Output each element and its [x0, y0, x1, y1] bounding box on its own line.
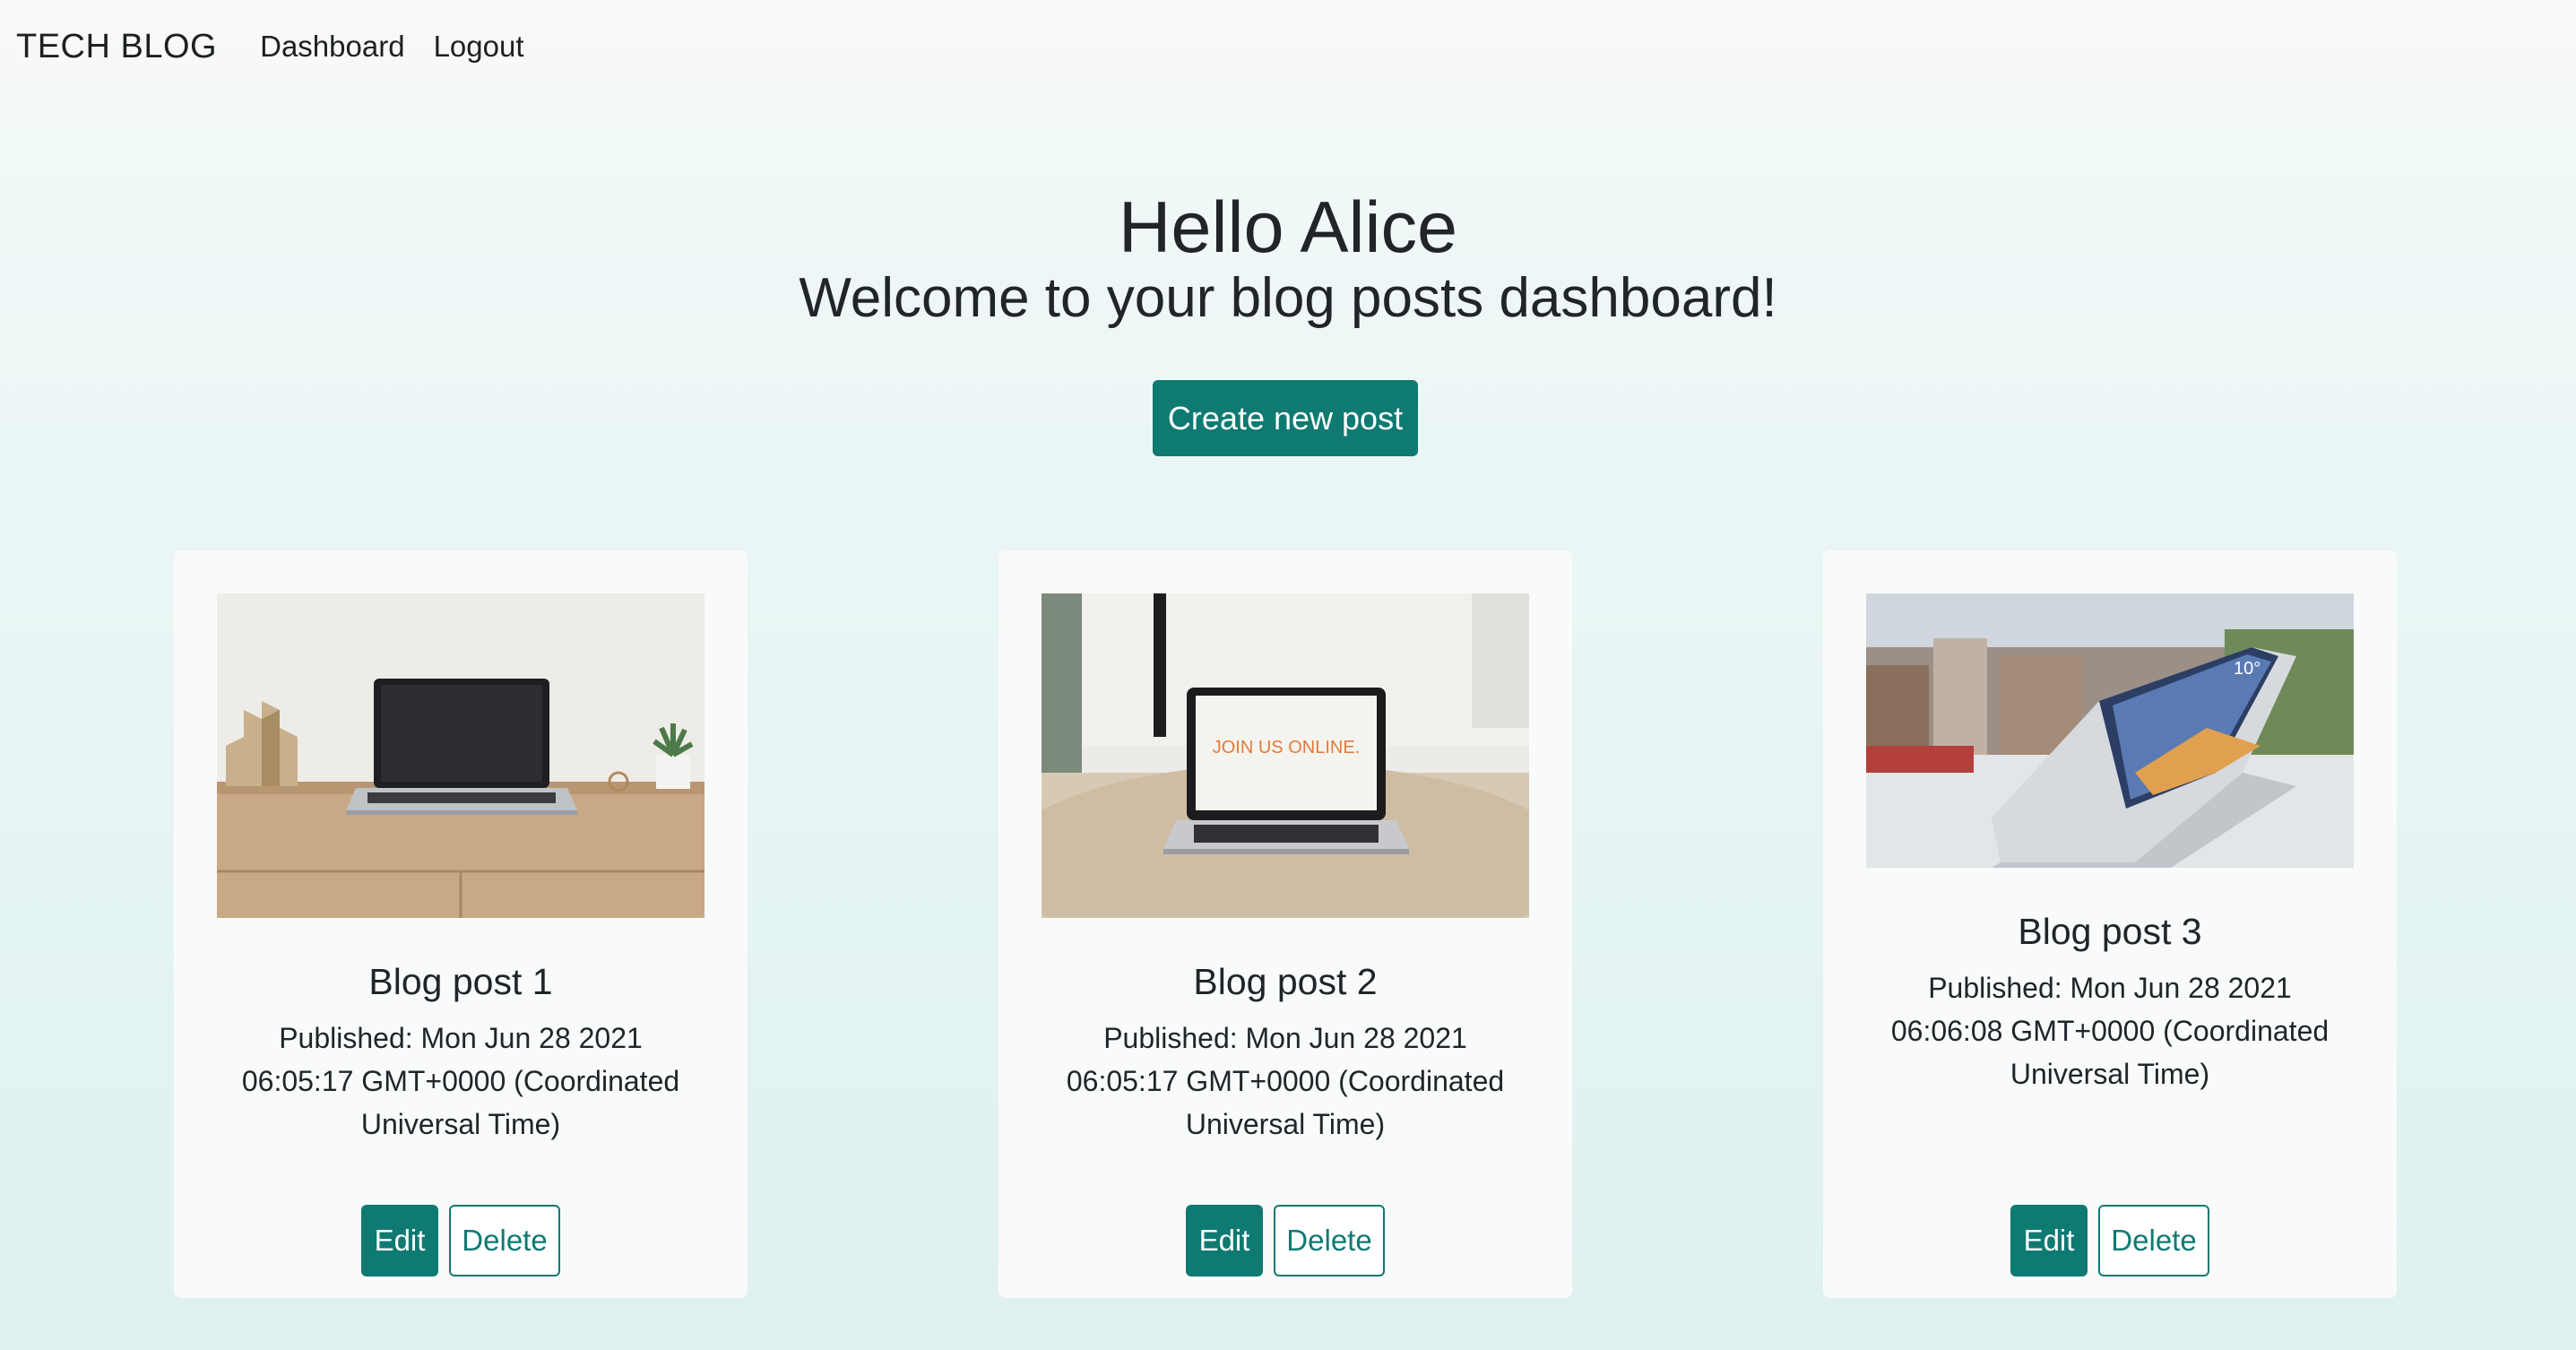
post-title[interactable]: Blog post 2: [998, 961, 1572, 1003]
published-line: 06:05:17 GMT+0000 (Coordinated: [241, 1065, 680, 1097]
nav-link-logout[interactable]: Logout: [434, 30, 524, 64]
delete-button[interactable]: Delete: [2098, 1205, 2209, 1276]
dashboard-subtitle: Welcome to your blog posts dashboard!: [799, 267, 1777, 329]
greeting-heading: Hello Alice: [1118, 187, 1458, 268]
published-line: 06:06:08 GMT+0000 (Coordinated: [1890, 1015, 2330, 1047]
post-actions: Edit Delete: [174, 1205, 748, 1276]
post-card: 10° Blog post 3 Published: Mon Jun 28 20…: [1823, 550, 2397, 1298]
brand-logo[interactable]: TECH BLOG: [16, 28, 217, 66]
post-published: Published: Mon Jun 28 2021 06:05:17 GMT+…: [210, 1017, 712, 1146]
post-image: [217, 593, 705, 918]
published-line: Universal Time): [1185, 1108, 1386, 1140]
delete-button[interactable]: Delete: [449, 1205, 560, 1276]
published-line: 06:05:17 GMT+0000 (Coordinated: [1066, 1065, 1505, 1097]
post-published: Published: Mon Jun 28 2021 06:05:17 GMT+…: [1034, 1017, 1536, 1146]
published-line: Published: Mon Jun 28 2021: [1928, 972, 2292, 1004]
post-image: 10°: [1866, 593, 2354, 868]
nav-link-dashboard[interactable]: Dashboard: [260, 30, 404, 64]
delete-button[interactable]: Delete: [1274, 1205, 1385, 1276]
edit-button[interactable]: Edit: [2010, 1205, 2088, 1276]
navbar: TECH BLOG Dashboard Logout: [0, 0, 2576, 93]
post-title[interactable]: Blog post 3: [1823, 911, 2397, 953]
post-actions: Edit Delete: [998, 1205, 1572, 1276]
published-line: Published: Mon Jun 28 2021: [1103, 1022, 1467, 1054]
screen-text: JOIN US ONLINE.: [1213, 738, 1360, 757]
post-card: Blog post 1 Published: Mon Jun 28 2021 0…: [174, 550, 748, 1298]
published-line: Published: Mon Jun 28 2021: [279, 1022, 643, 1054]
published-line: Universal Time): [360, 1108, 561, 1140]
post-actions: Edit Delete: [1823, 1205, 2397, 1276]
post-image: JOIN US ONLINE.: [1042, 593, 1529, 918]
create-new-post-button[interactable]: Create new post: [1153, 380, 1418, 456]
edit-button[interactable]: Edit: [361, 1205, 438, 1276]
post-card: JOIN US ONLINE. Blog post 2 Published: M…: [998, 550, 1572, 1298]
post-published: Published: Mon Jun 28 2021 06:06:08 GMT+…: [1859, 966, 2361, 1095]
published-line: Universal Time): [2010, 1058, 2210, 1090]
svg-text:10°: 10°: [2234, 659, 2260, 679]
post-title[interactable]: Blog post 1: [174, 961, 748, 1003]
edit-button[interactable]: Edit: [1186, 1205, 1263, 1276]
